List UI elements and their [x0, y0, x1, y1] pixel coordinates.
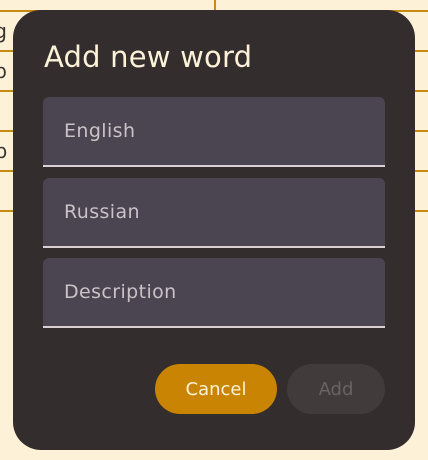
add-button[interactable]: Add [287, 364, 385, 414]
russian-field-container [43, 178, 385, 248]
add-word-dialog: Add new word Cancel Add [13, 10, 415, 450]
table-cell-russian: кот [214, 0, 428, 10]
dialog-title: Add new word [44, 40, 253, 74]
english-field-container [43, 97, 385, 167]
english-input[interactable] [43, 97, 385, 165]
description-field-container [43, 258, 385, 328]
cancel-button[interactable]: Cancel [155, 364, 277, 414]
table-cell-english: it [0, 0, 214, 10]
description-input[interactable] [43, 258, 385, 326]
russian-input[interactable] [43, 178, 385, 246]
